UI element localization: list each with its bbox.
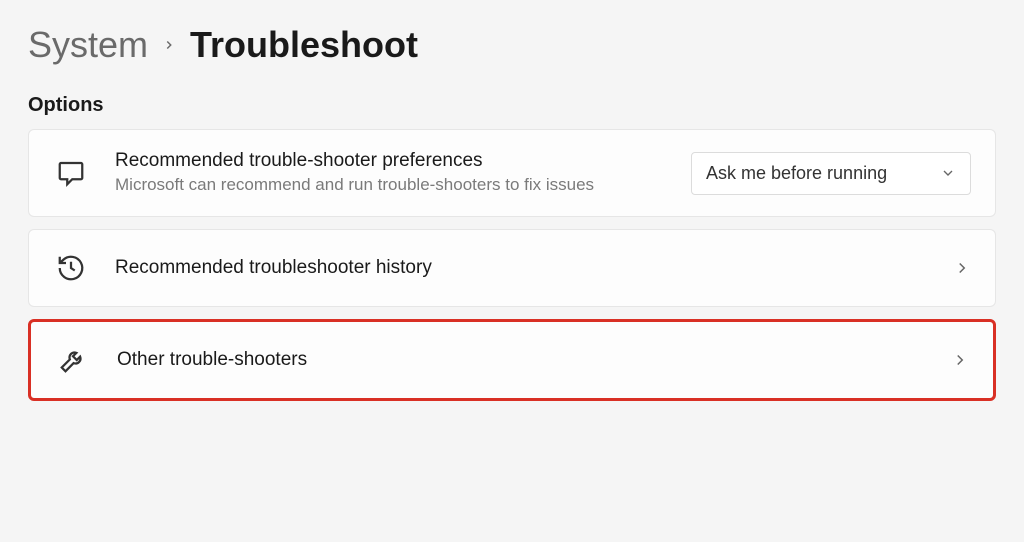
chevron-down-icon	[940, 165, 956, 181]
breadcrumb: System Troubleshoot	[28, 24, 996, 66]
other-content: Other trouble-shooters	[117, 349, 925, 371]
preferences-desc: Microsoft can recommend and run trouble-…	[115, 174, 595, 196]
chevron-right-icon	[162, 38, 176, 52]
other-title: Other trouble-shooters	[117, 349, 925, 371]
preferences-dropdown-value: Ask me before running	[706, 163, 887, 184]
history-icon	[53, 250, 89, 286]
chevron-right-icon	[953, 259, 971, 277]
preferences-content: Recommended trouble-shooter preferences …	[115, 150, 665, 196]
wrench-icon	[55, 342, 91, 378]
history-card[interactable]: Recommended troubleshooter history	[28, 229, 996, 307]
breadcrumb-current: Troubleshoot	[190, 24, 418, 66]
preferences-title: Recommended trouble-shooter preferences	[115, 150, 665, 172]
history-title: Recommended troubleshooter history	[115, 257, 927, 279]
preferences-card: Recommended trouble-shooter preferences …	[28, 129, 996, 217]
preferences-dropdown[interactable]: Ask me before running	[691, 152, 971, 195]
history-content: Recommended troubleshooter history	[115, 257, 927, 279]
other-troubleshooters-card[interactable]: Other trouble-shooters	[28, 319, 996, 401]
speech-bubble-icon	[53, 155, 89, 191]
chevron-right-icon	[951, 351, 969, 369]
breadcrumb-parent[interactable]: System	[28, 24, 148, 66]
section-title: Options	[28, 94, 996, 117]
